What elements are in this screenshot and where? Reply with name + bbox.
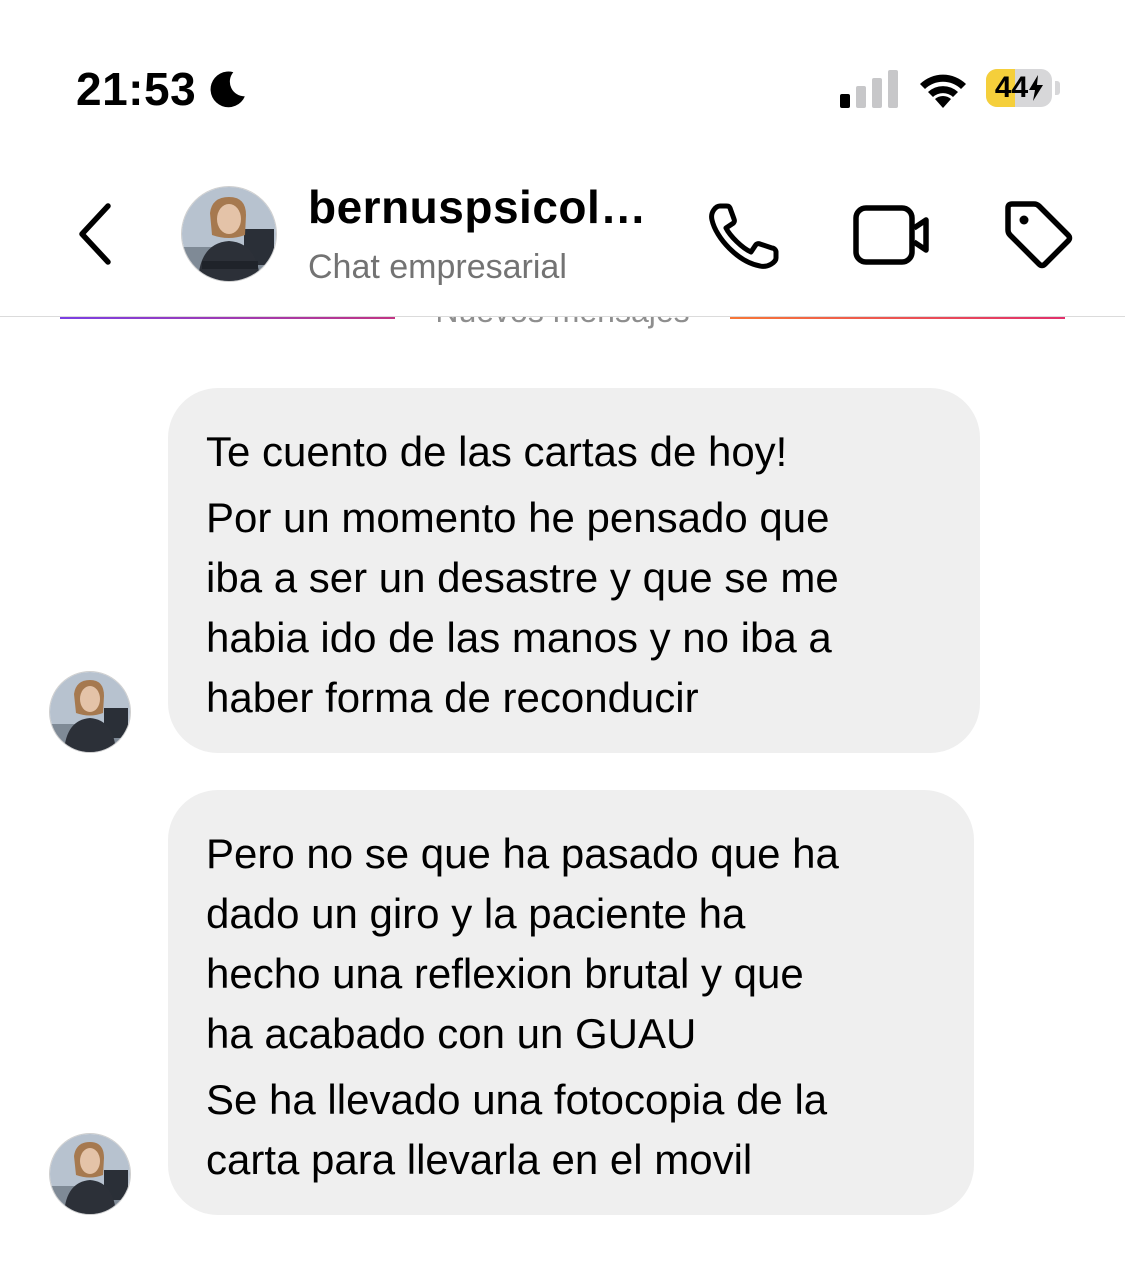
new-messages-divider: Nuevos mensajes xyxy=(0,317,1125,347)
message-bubble[interactable]: Te cuento de las cartas de hoy! Por un m… xyxy=(168,388,980,753)
battery-cap xyxy=(1055,81,1060,95)
message-line: Pero no se que ha pasado que ha xyxy=(206,830,839,877)
message-line: habia ido de las manos y no iba a xyxy=(206,614,832,661)
battery-icon: 44 xyxy=(986,68,1062,108)
divider-line-right xyxy=(730,317,1065,319)
message-line: Por un momento he pensado que xyxy=(206,494,830,541)
message-line: iba a ser un desastre y que se me xyxy=(206,554,839,601)
contact-name[interactable]: bernuspsicol… xyxy=(308,180,647,234)
message-line: Se ha llevado una fotocopia de la xyxy=(206,1076,828,1123)
video-camera-icon[interactable] xyxy=(852,202,932,268)
back-chevron-icon[interactable] xyxy=(70,200,120,268)
message-line: haber forma de reconducir xyxy=(206,674,699,721)
message-line: Te cuento de las cartas de hoy! xyxy=(206,428,788,475)
status-time-label: 21:53 xyxy=(76,63,197,115)
wifi-icon xyxy=(920,74,966,108)
message-bubble[interactable]: Pero no se que ha pasado que ha dado un … xyxy=(168,790,974,1215)
avatar[interactable] xyxy=(181,186,277,282)
signal-icon xyxy=(840,70,898,108)
moon-icon xyxy=(210,71,246,108)
status-time: 21:53 xyxy=(76,62,248,116)
tag-icon[interactable] xyxy=(1000,198,1076,272)
sender-avatar[interactable] xyxy=(49,671,131,753)
battery-percent: 44 xyxy=(994,71,1029,104)
charging-bolt-icon xyxy=(1029,75,1044,101)
phone-call-icon[interactable] xyxy=(706,200,782,272)
sender-avatar[interactable] xyxy=(49,1133,131,1215)
message-line: dado un giro y la paciente ha xyxy=(206,890,746,937)
message-line: hecho una reflexion brutal y que xyxy=(206,950,804,997)
contact-subtitle: Chat empresarial xyxy=(308,248,567,286)
message-line: ha acabado con un GUAU xyxy=(206,1010,697,1057)
message-line: carta para llevarla en el movil xyxy=(206,1136,753,1183)
